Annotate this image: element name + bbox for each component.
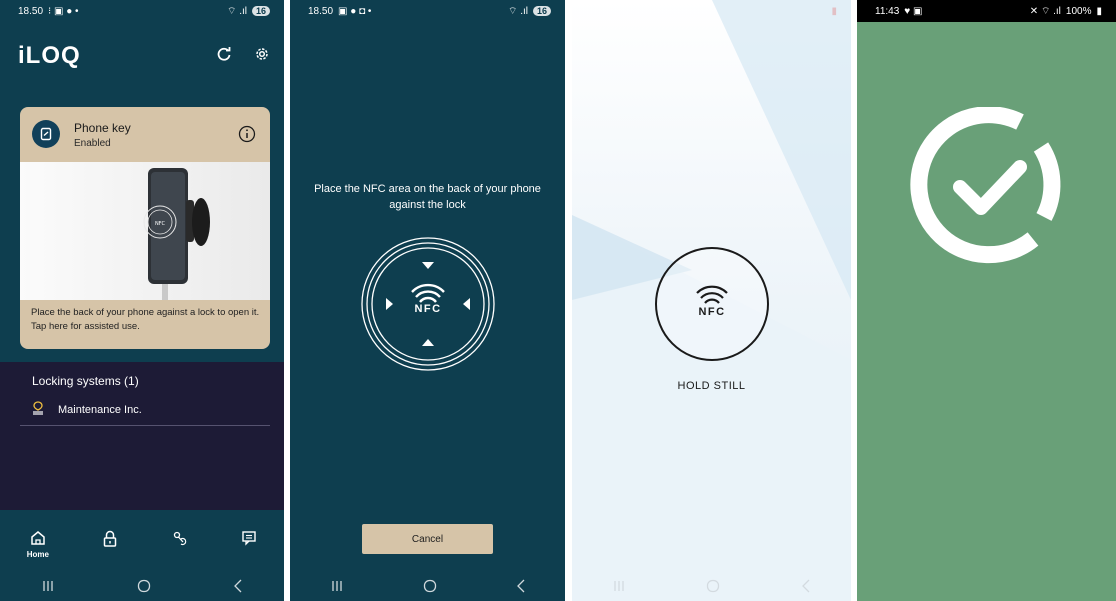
status-bar: 18.50 ▣ ● ◘ • ⌔ .ıl 16 [290,0,565,22]
recent-apps-icon[interactable] [612,580,626,592]
nfc-label: NFC [414,303,442,315]
status-time: 11:43 [875,5,900,17]
location-pin-icon [32,401,44,418]
nfc-instruction: Place the NFC area on the back of your p… [314,183,541,211]
status-bar: 11:43 ♥ ▣ ✕ ⌔ .ıl 100% ▮ [857,0,1116,22]
info-icon[interactable] [238,125,256,148]
locking-system-name: Maintenance Inc. [58,403,142,416]
card-instruction: Place the back of your phone against a l… [31,307,260,332]
divider [20,425,270,426]
battery-icon: ▮ [1096,5,1102,17]
status-time: 18.50 [18,5,44,17]
back-icon[interactable] [516,579,526,593]
nfc-label: NFC [698,306,726,318]
phone-key-card[interactable]: Phone key Enabled NFC Place the back of … [20,107,270,349]
system-navigation-bar [290,571,565,601]
success-screen: 11:43 ♥ ▣ ✕ ⌔ .ıl 100% ▮ [857,0,1116,601]
system-navigation-bar [0,571,284,601]
status-bar: ▮ [572,0,851,22]
app-logo: iLOQ [18,42,81,69]
success-check-icon [908,106,1068,272]
phone-key-icon [32,120,60,148]
card-title: Phone key [74,121,131,135]
home-icon [30,530,46,548]
hold-still-screen: ▮ NFC HOLD STILL [572,0,851,601]
status-time: 18.50 [308,5,334,17]
notification-icons: ⁝ ▣ ● • [48,5,79,17]
home-system-icon[interactable] [706,579,720,593]
locking-systems-title: Locking systems (1) [32,374,139,388]
recent-apps-icon[interactable] [41,580,55,592]
nav-messages[interactable] [241,530,257,548]
home-system-icon[interactable] [423,579,437,593]
locking-system-item[interactable]: Maintenance Inc. [32,401,142,418]
padlock-icon [102,530,118,550]
notification-icons: ♥ ▣ [904,5,923,17]
home-system-icon[interactable] [137,579,151,593]
battery-badge: 16 [532,6,551,16]
key-sync-icon [172,530,188,548]
back-icon[interactable] [801,579,811,593]
nav-home[interactable]: Home [27,530,49,559]
refresh-icon[interactable] [216,46,232,67]
system-navigation-bar [572,571,851,601]
bottom-navigation: Home [0,510,284,570]
signal-icon: ⌔ .ıl [227,5,247,17]
back-icon[interactable] [233,579,243,593]
messages-icon [241,530,257,548]
nfc-prompt-screen: 18.50 ▣ ● ◘ • ⌔ .ıl 16 Place the NFC are… [290,0,565,601]
status-bar: 18.50 ⁝ ▣ ● • ⌔ .ıl 16 [0,0,284,22]
settings-gear-icon[interactable] [254,46,270,67]
nav-keys[interactable] [172,530,188,548]
nav-home-label: Home [26,550,49,559]
notification-icons: ▣ ● ◘ • [338,5,372,17]
battery-badge: 16 [251,6,270,16]
recent-apps-icon[interactable] [330,580,344,592]
status-placeholder [590,6,593,17]
signal-icon: ⌔ .ıl [508,5,528,17]
nav-locks[interactable] [102,530,118,550]
battery-indicator-icon: ▮ [831,5,837,17]
cancel-button[interactable]: Cancel [362,524,493,554]
hold-still-text: HOLD STILL [677,380,746,392]
card-status: Enabled [74,138,111,149]
svg-text:NFC: NFC [155,221,166,227]
signal-icon: ✕ ⌔ .ıl [1029,5,1061,17]
home-screen: 18.50 ⁝ ▣ ● • ⌔ .ıl 16 iLOQ Phone key En… [0,0,284,601]
phone-lock-illustration: NFC [20,162,270,300]
battery-percent: 100% [1065,5,1092,17]
